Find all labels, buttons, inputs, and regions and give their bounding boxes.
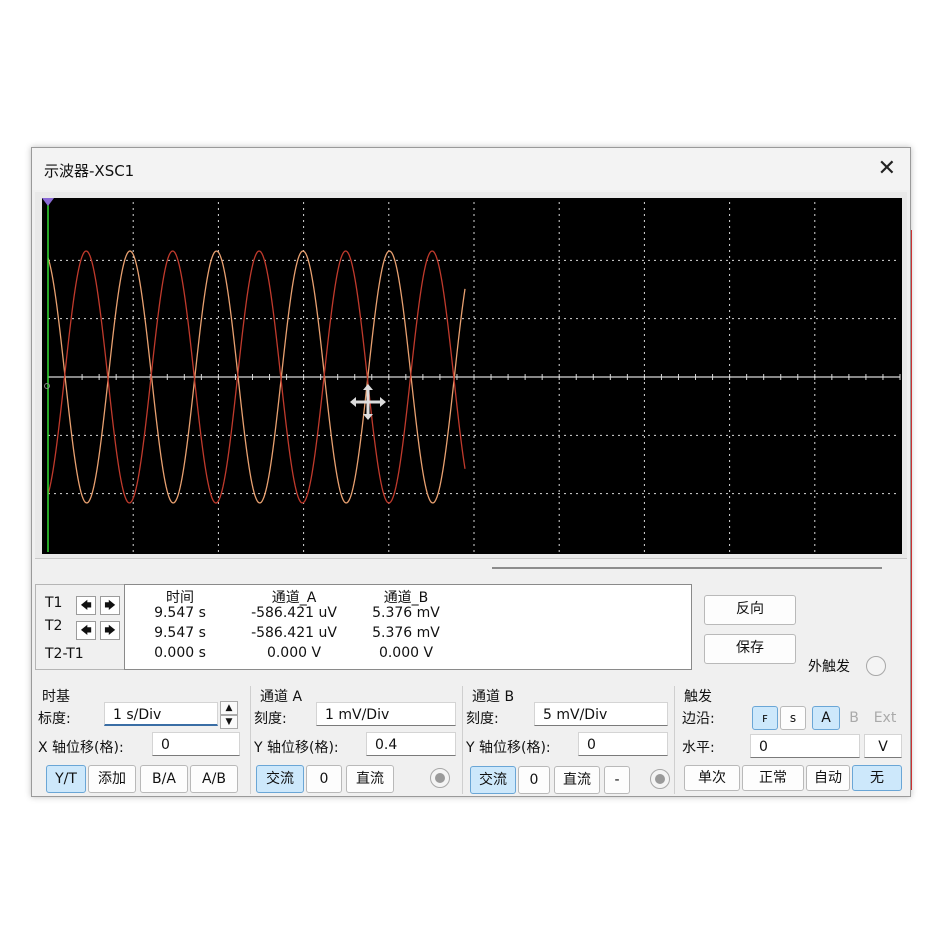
timebase-scale-input[interactable]: 1 s/Div — [104, 702, 218, 726]
ext-trigger-radio[interactable] — [866, 656, 886, 676]
channel-b-title: 通道 B — [472, 689, 515, 705]
trigger-source-ext-button[interactable]: Ext — [868, 706, 902, 730]
t1-channel-b: 5.376 mV — [372, 605, 440, 621]
reverse-button[interactable]: 反向 — [704, 595, 796, 625]
t2-right-arrow-icon[interactable]: 🡆 — [100, 621, 120, 640]
trigger-source-b-button[interactable]: B — [842, 706, 866, 730]
channel-b-scale-input[interactable]: 5 mV/Div — [534, 702, 668, 726]
mode-add-button[interactable]: 添加 — [88, 765, 136, 793]
header-channel-a: 通道_A — [271, 590, 317, 606]
trigger-auto-button[interactable]: 自动 — [806, 765, 850, 791]
spin-down-icon[interactable]: ▼ — [220, 715, 238, 729]
trigger-level-unit[interactable]: V — [864, 734, 902, 758]
t2-left-arrow-icon[interactable]: 🡄 — [76, 621, 96, 640]
timebase-scale-label: 标度: — [38, 711, 71, 727]
timebase-group: 时基 标度: 1 s/Div ▲ ▼ X 轴位移(格): 0 Y/T 添加 B/… — [32, 686, 251, 794]
t1-channel-a: -586.421 uV — [251, 605, 337, 621]
t2-time: 9.547 s — [154, 625, 206, 641]
edge-rising-icon[interactable]: ꜰ — [752, 706, 778, 730]
channel-a-group: 通道 A 刻度: 1 mV/Div Y 轴位移(格): 0.4 交流 0 直流 — [250, 686, 463, 794]
channel-b-zero-button[interactable]: 0 — [518, 766, 550, 794]
timebase-xpos-label: X 轴位移(格): — [38, 740, 124, 756]
channel-b-scale-label: 刻度: — [466, 711, 499, 727]
ext-trigger-label: 外触发 — [808, 659, 850, 675]
trigger-normal-button[interactable]: 正常 — [742, 765, 804, 791]
channel-b-group: 通道 B 刻度: 5 mV/Div Y 轴位移(格): 0 交流 0 直流 - — [462, 686, 675, 794]
t2-channel-b: 5.376 mV — [372, 625, 440, 641]
diff-channel-b: 0.000 V — [378, 645, 434, 661]
trigger-title: 触发 — [684, 689, 712, 705]
save-button[interactable]: 保存 — [704, 634, 796, 664]
timebase-scale-spinner[interactable]: ▲ ▼ — [220, 701, 238, 729]
channel-b-ac-button[interactable]: 交流 — [470, 766, 516, 794]
scope-screen-frame — [35, 192, 907, 559]
cursor-controls: T1 🡄 🡆 T2 🡄 🡆 T2-T1 — [35, 584, 125, 670]
channel-b-dc-button[interactable]: 直流 — [554, 766, 600, 794]
spin-up-icon[interactable]: ▲ — [220, 701, 238, 715]
channel-a-scale-input[interactable]: 1 mV/Div — [316, 702, 456, 726]
mode-yt-button[interactable]: Y/T — [46, 765, 86, 793]
channel-b-ypos-label: Y 轴位移(格): — [466, 740, 551, 756]
t1-left-arrow-icon[interactable]: 🡄 — [76, 596, 96, 615]
horizontal-scrollbar[interactable] — [492, 567, 882, 569]
channel-a-ypos-input[interactable]: 0.4 — [366, 732, 456, 756]
channel-b-minus-button[interactable]: - — [604, 766, 630, 794]
title-bar[interactable]: 示波器-XSC1 ✕ — [32, 148, 910, 190]
channel-a-ac-button[interactable]: 交流 — [256, 765, 304, 793]
diff-channel-a: 0.000 V — [266, 645, 322, 661]
edge-falling-icon[interactable]: ꜱ — [780, 706, 806, 730]
channel-a-ypos-label: Y 轴位移(格): — [254, 740, 339, 756]
t2-label: T2 — [45, 618, 63, 634]
trigger-source-a-button[interactable]: A — [812, 706, 840, 730]
background-edge — [911, 230, 912, 790]
trigger-group: 触发 边沿: ꜰ ꜱ A B Ext 水平: 0 V 单次 正常 自动 无 — [674, 686, 908, 794]
t1-right-arrow-icon[interactable]: 🡆 — [100, 596, 120, 615]
channel-a-dc-button[interactable]: 直流 — [346, 765, 394, 793]
oscilloscope-window: 示波器-XSC1 ✕ T1 🡄 🡆 T2 🡄 � — [31, 147, 911, 797]
t1-label: T1 — [45, 595, 63, 611]
window-title: 示波器-XSC1 — [44, 162, 135, 180]
t1-time: 9.547 s — [154, 605, 206, 621]
header-time: 时间 — [166, 590, 194, 606]
t2-channel-a: -586.421 uV — [251, 625, 337, 641]
trigger-level-label: 水平: — [682, 740, 715, 756]
header-channel-b: 通道_B — [383, 590, 429, 606]
measurement-table: 时间 通道_A 通道_B 9.547 s -586.421 uV 5.376 m… — [124, 584, 692, 670]
trigger-level-input[interactable]: 0 — [750, 734, 860, 758]
mode-ba-button[interactable]: B/A — [140, 765, 188, 793]
timebase-xpos-input[interactable]: 0 — [152, 732, 240, 756]
trigger-edge-label: 边沿: — [682, 711, 715, 727]
timebase-title: 时基 — [42, 689, 70, 705]
scope-display[interactable] — [38, 194, 904, 556]
channel-a-scale-label: 刻度: — [254, 711, 287, 727]
close-icon[interactable]: ✕ — [878, 156, 896, 181]
channel-a-radio[interactable] — [430, 768, 450, 788]
mode-ab-button[interactable]: A/B — [190, 765, 238, 793]
trigger-single-button[interactable]: 单次 — [684, 765, 740, 791]
channel-a-zero-button[interactable]: 0 — [306, 765, 342, 793]
channel-b-ypos-input[interactable]: 0 — [578, 732, 668, 756]
channel-b-radio[interactable] — [650, 769, 670, 789]
trigger-none-button[interactable]: 无 — [852, 765, 902, 791]
t2-t1-label: T2-T1 — [45, 646, 84, 662]
channel-a-title: 通道 A — [260, 689, 303, 705]
diff-time: 0.000 s — [154, 645, 206, 661]
